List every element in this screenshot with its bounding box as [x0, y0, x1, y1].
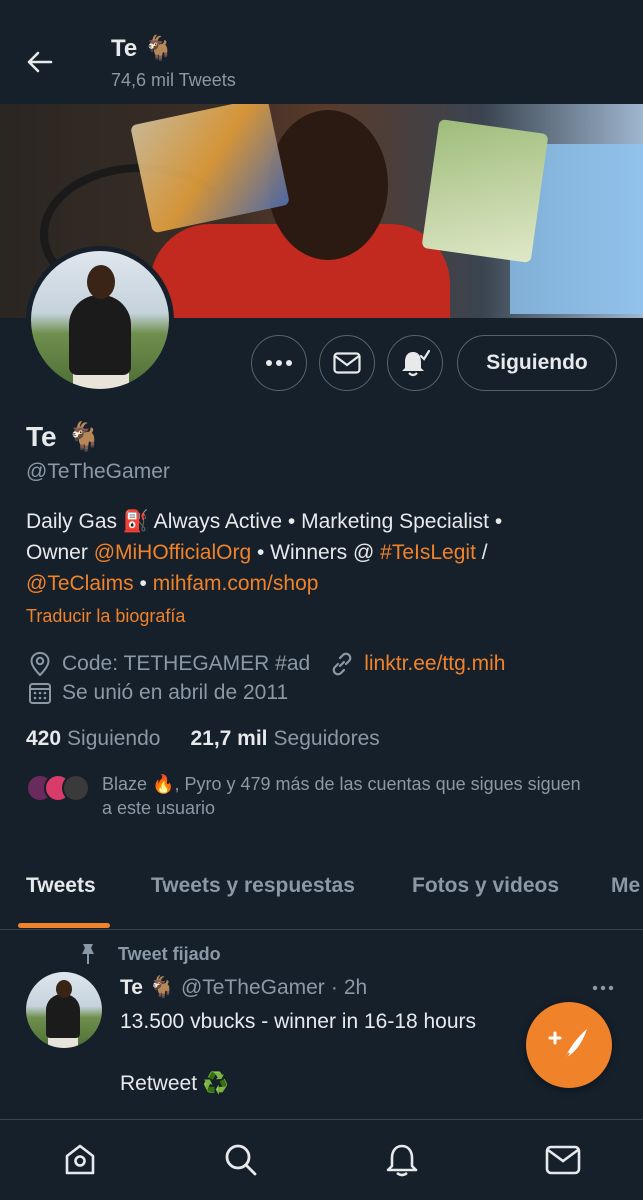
- following-label: Siguiendo: [67, 727, 161, 750]
- active-tab-indicator: [18, 923, 110, 928]
- bio-text: • Winners @: [251, 541, 381, 564]
- translate-bio-link[interactable]: Traducir la biografía: [26, 606, 185, 627]
- joined-text: Se unió en abril de 2011: [62, 681, 289, 704]
- message-button[interactable]: [319, 335, 375, 391]
- profile-name-row: Te 🐐: [26, 420, 101, 453]
- profile-meta-row: Code: TETHEGAMER #ad linktr.ee/ttg.mih: [26, 650, 505, 678]
- profile-tabs: Tweets Tweets y respuestas Fotos y video…: [0, 864, 643, 930]
- avatar-body: [69, 295, 131, 375]
- pinned-label-row: Tweet fijado: [78, 942, 221, 966]
- known-followers-text: Blaze 🔥, Pyro y 479 más de las cuentas q…: [102, 772, 581, 820]
- nav-search[interactable]: [221, 1140, 261, 1180]
- known-followers-avatars: [26, 772, 92, 802]
- bottom-navigation: [0, 1119, 643, 1200]
- notifications-icon: [386, 1144, 418, 1177]
- top-header: Te 🐐 74,6 mil Tweets: [0, 0, 643, 104]
- known-followers[interactable]: Blaze 🔥, Pyro y 479 más de las cuentas q…: [26, 772, 626, 820]
- avatar-body: [46, 994, 80, 1038]
- nav-notifications[interactable]: [382, 1140, 422, 1180]
- location-icon: [26, 650, 54, 678]
- profile-joined-row: Se unió en abril de 2011: [26, 679, 288, 707]
- tweet-text: Retweet ♻️: [120, 1072, 230, 1095]
- tweet-header: Te 🐐 @TeTheGamer · 2h: [120, 976, 367, 1000]
- banner-cards-right: [421, 118, 549, 264]
- website-link[interactable]: linktr.ee/ttg.mih: [364, 652, 505, 676]
- bio-text: /: [475, 541, 488, 564]
- header-tweet-count: 74,6 mil Tweets: [111, 70, 236, 90]
- follow-stats: 420 Siguiendo 21,7 mil Seguidores: [26, 727, 380, 751]
- more-icon: [592, 985, 614, 991]
- known-followers-line: Blaze 🔥, Pyro y 479 más de las cuentas q…: [102, 774, 581, 794]
- pin-icon: [82, 944, 94, 964]
- pinned-label: Tweet fijado: [118, 943, 221, 964]
- tab-tweets-replies[interactable]: Tweets y respuestas: [151, 874, 355, 898]
- followers-count: 21,7 mil: [190, 727, 268, 750]
- profile-bio: Daily Gas ⛽ Always Active • Marketing Sp…: [26, 506, 626, 599]
- bio-hashtag-link[interactable]: #TeIsLegit: [380, 541, 476, 564]
- back-button[interactable]: [22, 44, 58, 80]
- mail-icon: [333, 352, 361, 374]
- followers-label: Seguidores: [273, 727, 380, 750]
- tweet-more-button[interactable]: [588, 976, 618, 1000]
- more-icon: [266, 360, 292, 366]
- bio-mention-link[interactable]: @TeClaims: [26, 572, 134, 595]
- tweet-time[interactable]: 2h: [344, 976, 367, 1000]
- header-title: Te 🐐: [111, 35, 174, 62]
- avatar-head: [56, 980, 72, 998]
- followers-stat[interactable]: 21,7 mil Seguidores: [190, 727, 379, 751]
- back-arrow-icon: [27, 51, 53, 73]
- profile-name: Te: [26, 420, 57, 452]
- search-icon: [225, 1144, 257, 1176]
- messages-icon: [545, 1145, 581, 1175]
- tab-tweets[interactable]: Tweets: [26, 874, 96, 898]
- profile-screen: Te 🐐 74,6 mil Tweets Siguiendo Te 🐐 @TeT…: [0, 0, 643, 1200]
- tweet-author-name[interactable]: Te 🐐: [120, 976, 175, 1000]
- link-icon: [328, 650, 356, 678]
- bell-notify-icon: [402, 349, 431, 377]
- location-text: Code: TETHEGAMER #ad: [62, 652, 311, 675]
- notifications-toggle-button[interactable]: [387, 335, 443, 391]
- known-follower-avatar: [62, 774, 90, 802]
- tab-likes[interactable]: Me: [611, 874, 640, 898]
- profile-handle: @TeTheGamer: [26, 460, 170, 483]
- compose-tweet-button[interactable]: [526, 1002, 612, 1088]
- compose-icon: [548, 1029, 587, 1062]
- goat-emoji: 🐐: [66, 421, 102, 452]
- banner-cards-left: [130, 104, 290, 234]
- tweet-text: 13.500 vbucks - winner in 16-18 hours: [120, 1010, 477, 1033]
- following-stat[interactable]: 420 Siguiendo: [26, 727, 160, 751]
- tab-media[interactable]: Fotos y videos: [412, 874, 559, 898]
- tweet-separator: ·: [330, 976, 338, 999]
- nav-home[interactable]: [60, 1140, 100, 1180]
- tweet-author-avatar[interactable]: [26, 972, 102, 1048]
- bio-text: •: [133, 572, 153, 595]
- calendar-icon: [26, 679, 54, 707]
- home-icon: [65, 1144, 95, 1175]
- bio-mention-link[interactable]: @MiHOfficialOrg: [94, 541, 251, 564]
- bio-text: Owner: [26, 541, 94, 564]
- nav-messages[interactable]: [543, 1140, 583, 1180]
- more-options-button[interactable]: [251, 335, 307, 391]
- bio-url-link[interactable]: mihfam.com/shop: [153, 572, 319, 595]
- following-button[interactable]: Siguiendo: [457, 335, 617, 391]
- tweet-author-handle: @TeTheGamer: [180, 976, 325, 999]
- known-followers-line: a este usuario: [102, 798, 216, 818]
- profile-avatar[interactable]: [26, 246, 174, 394]
- following-count: 420: [26, 727, 62, 750]
- bio-line-1: Daily Gas ⛽ Always Active • Marketing Sp…: [26, 510, 503, 533]
- avatar-head: [87, 265, 115, 299]
